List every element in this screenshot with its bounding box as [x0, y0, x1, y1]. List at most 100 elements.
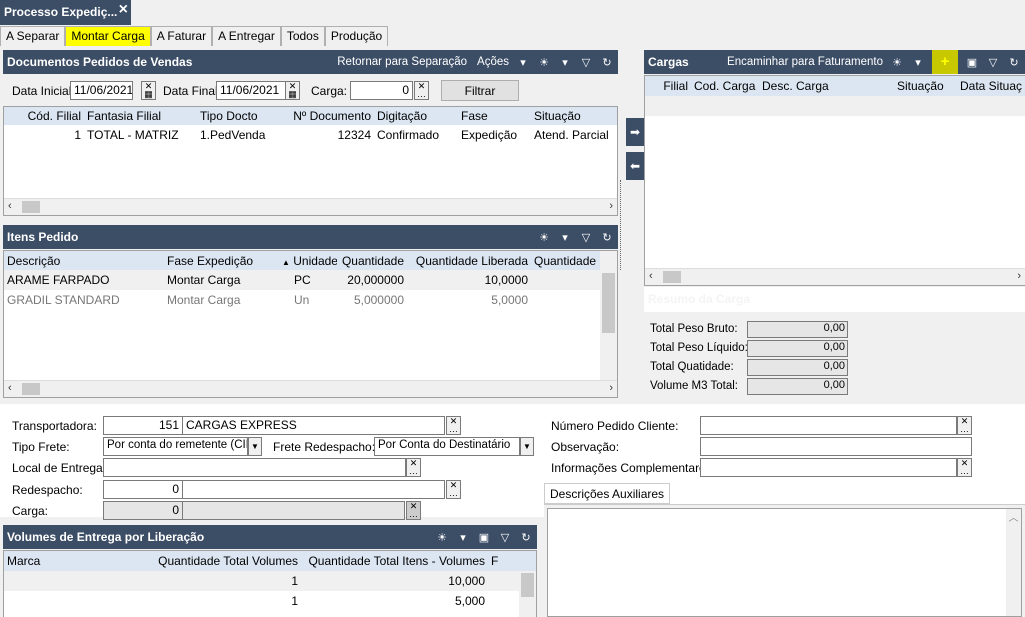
- calendar-icon[interactable]: ✕ ▦: [285, 81, 300, 100]
- table-row[interactable]: 1 TOTAL - MATRIZ 1.PedVenda 12324 Confir…: [4, 125, 617, 145]
- visibility-icon[interactable]: ☀: [537, 56, 551, 69]
- col-unidade[interactable]: Unidade: [293, 254, 337, 268]
- col-descricao[interactable]: Descrição: [4, 254, 164, 268]
- filter-icon[interactable]: ▽: [579, 56, 593, 69]
- col-f[interactable]: F: [488, 554, 518, 568]
- col-quantidade[interactable]: Quantidade: [337, 254, 407, 268]
- vertical-scrollbar[interactable]: ︿: [1006, 509, 1021, 616]
- col-desc-carga[interactable]: Desc. Carga: [759, 79, 894, 93]
- lookup-icon[interactable]: ✕…: [446, 480, 461, 499]
- visibility-icon[interactable]: ☀: [435, 531, 449, 544]
- col-data-situacao[interactable]: Data Situaç: [957, 79, 1025, 93]
- lookup-icon[interactable]: ✕…: [406, 501, 421, 520]
- col-fantasia-filial[interactable]: Fantasia Filial: [84, 109, 197, 123]
- scroll-thumb[interactable]: [663, 271, 681, 283]
- col-tipo-docto[interactable]: Tipo Docto: [197, 109, 287, 123]
- splitter[interactable]: [620, 180, 624, 270]
- col-quantidade-liberada[interactable]: Quantidade Liberada: [407, 254, 531, 268]
- tab-todos[interactable]: Todos: [280, 26, 325, 46]
- export-icon[interactable]: ▣: [477, 531, 491, 544]
- col-cod-filial[interactable]: Cód. Filial: [4, 109, 84, 123]
- chevron-right-icon[interactable]: ›: [609, 200, 613, 212]
- col-qtd-total-itens[interactable]: Quantidade Total Itens - Volumes: [301, 554, 488, 568]
- tab-a-faturar[interactable]: A Faturar: [150, 26, 213, 46]
- lookup-icon[interactable]: ✕…: [446, 416, 461, 435]
- filter-button[interactable]: Filtrar: [441, 80, 519, 101]
- chevron-down-icon[interactable]: ▼: [520, 437, 534, 456]
- visibility-icon[interactable]: ☀: [537, 231, 551, 244]
- local-entrega-field[interactable]: [103, 458, 406, 477]
- col-fase[interactable]: Fase: [458, 109, 531, 123]
- lookup-icon[interactable]: ✕…: [957, 416, 972, 435]
- refresh-icon[interactable]: ↻: [519, 531, 533, 544]
- horizontal-scrollbar[interactable]: ‹ ›: [4, 198, 617, 215]
- close-icon[interactable]: ×: [119, 1, 128, 19]
- arrow-left-icon[interactable]: ⬅: [626, 152, 644, 180]
- col-cod-carga[interactable]: Cod. Carga: [691, 79, 759, 93]
- col-digitacao[interactable]: Digitação: [374, 109, 458, 123]
- table-row[interactable]: 1 5,000: [4, 591, 536, 611]
- col-marca[interactable]: Marca: [4, 554, 149, 568]
- chevron-right-icon[interactable]: ›: [1017, 270, 1021, 282]
- data-inicial-field[interactable]: 11/06/2021: [70, 81, 133, 100]
- tab-a-entregar[interactable]: A Entregar: [212, 26, 281, 46]
- scroll-thumb[interactable]: [521, 573, 534, 597]
- scroll-thumb[interactable]: [22, 201, 40, 213]
- filter-icon[interactable]: ▽: [579, 231, 593, 244]
- return-separation-button[interactable]: Retornar para Separação: [337, 56, 467, 68]
- forward-billing-button[interactable]: Encaminhar para Faturamento: [727, 56, 883, 68]
- transportadora-code-field[interactable]: 151: [103, 416, 183, 435]
- calendar-icon[interactable]: ✕ ▦: [141, 81, 156, 100]
- tipo-frete-select[interactable]: Por conta do remetente (CIF): [103, 437, 248, 456]
- chevron-down-icon[interactable]: ▾: [911, 56, 925, 69]
- frete-redespacho-select[interactable]: Por Conta do Destinatário: [374, 437, 520, 456]
- data-final-field[interactable]: 11/06/2021: [216, 81, 288, 100]
- chevron-left-icon[interactable]: ‹: [8, 382, 12, 394]
- table-row[interactable]: ARAME FARPADO Montar Carga PC 20,000000 …: [4, 270, 617, 290]
- actions-menu-button[interactable]: Ações: [477, 56, 509, 68]
- vertical-scrollbar[interactable]: [519, 571, 536, 617]
- scroll-thumb[interactable]: [22, 383, 40, 395]
- chevron-down-icon[interactable]: ▾: [558, 231, 572, 244]
- col-fase-expedicao[interactable]: Fase Expedição: [164, 254, 279, 268]
- scroll-thumb[interactable]: [602, 273, 615, 333]
- tab-descricoes-auxiliares[interactable]: Descrições Auxiliares: [544, 483, 671, 504]
- tab-producao[interactable]: Produção: [324, 26, 389, 46]
- refresh-icon[interactable]: ↻: [600, 231, 614, 244]
- refresh-icon[interactable]: ↻: [1007, 56, 1021, 69]
- tab-a-separar[interactable]: A Separar: [0, 26, 66, 46]
- arrow-right-icon[interactable]: ➡: [626, 118, 644, 146]
- horizontal-scrollbar[interactable]: ‹ ›: [645, 268, 1025, 285]
- col-filial[interactable]: Filial: [645, 79, 691, 93]
- chevron-down-icon[interactable]: ▾: [558, 56, 572, 69]
- filter-icon[interactable]: ▽: [498, 531, 512, 544]
- observacao-field[interactable]: [700, 437, 972, 456]
- vertical-scrollbar[interactable]: [600, 251, 617, 380]
- chevron-left-icon[interactable]: ‹: [649, 270, 653, 282]
- lookup-icon[interactable]: ✕…: [414, 81, 429, 100]
- carga-filter-field[interactable]: 0: [350, 81, 413, 100]
- lookup-icon[interactable]: ✕…: [406, 458, 421, 477]
- visibility-icon[interactable]: ☀: [890, 56, 904, 69]
- chevron-right-icon[interactable]: ›: [609, 382, 613, 394]
- chevron-down-icon[interactable]: ▾: [516, 56, 530, 69]
- col-situacao[interactable]: Situação: [531, 109, 616, 123]
- chevron-down-icon[interactable]: ▾: [456, 531, 470, 544]
- col-quantidade-2[interactable]: Quantidade: [531, 254, 601, 268]
- table-row[interactable]: GRADIL STANDARD Montar Carga Un 5,000000…: [4, 290, 617, 310]
- export-icon[interactable]: ▣: [965, 56, 979, 69]
- add-icon[interactable]: +: [932, 50, 958, 74]
- chevron-down-icon[interactable]: ▼: [248, 437, 262, 456]
- col-numero-documento[interactable]: Nº Documento: [287, 109, 374, 123]
- sort-asc-icon[interactable]: ▲: [282, 258, 290, 267]
- redespacho-code-field[interactable]: 0: [103, 480, 183, 499]
- tab-montar-carga[interactable]: Montar Carga: [65, 26, 151, 46]
- col-situacao[interactable]: Situação: [894, 79, 957, 93]
- refresh-icon[interactable]: ↻: [600, 56, 614, 69]
- horizontal-scrollbar[interactable]: ‹ ›: [4, 380, 617, 397]
- lookup-icon[interactable]: ✕…: [957, 458, 972, 477]
- col-qtd-total-volumes[interactable]: Quantidade Total Volumes: [149, 554, 301, 568]
- chevron-left-icon[interactable]: ‹: [8, 200, 12, 212]
- desc-aux-textarea[interactable]: ︿: [547, 508, 1022, 617]
- filter-icon[interactable]: ▽: [986, 56, 1000, 69]
